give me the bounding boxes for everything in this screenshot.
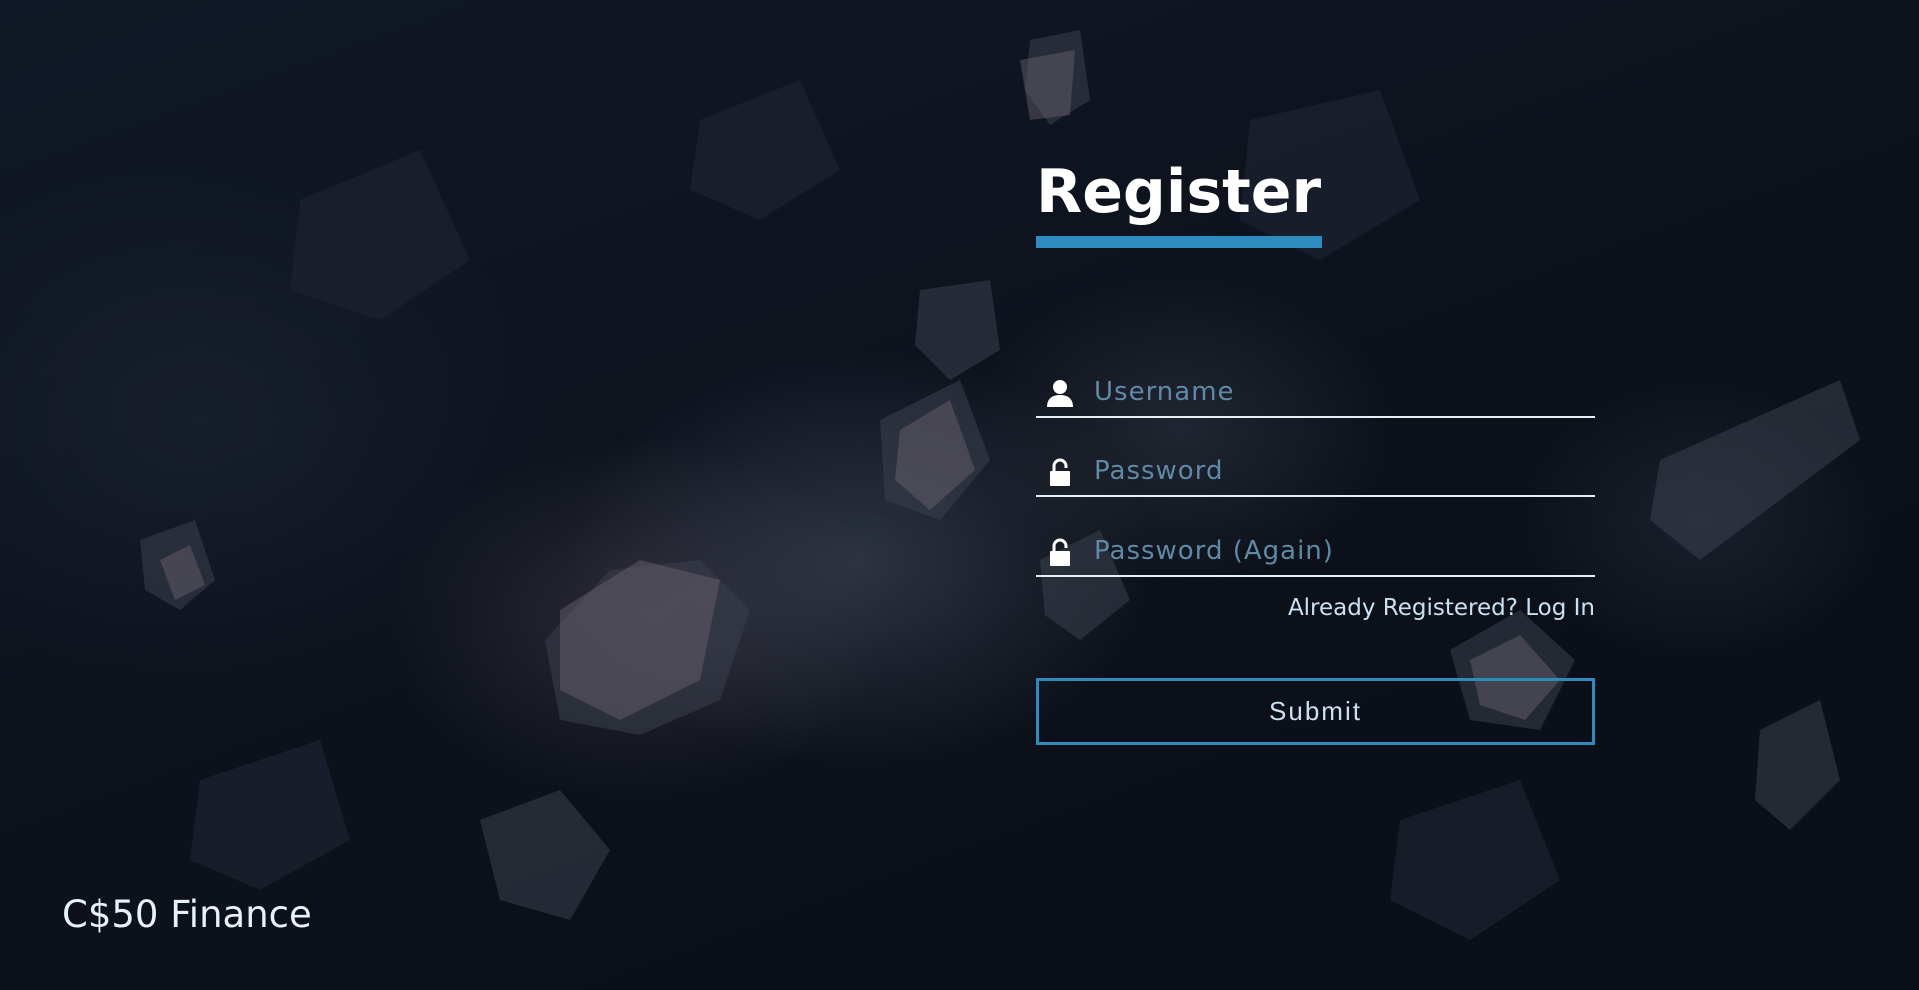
register-page: Register Already Registered? Log In Subm… [0, 0, 1919, 990]
username-field [1036, 370, 1595, 418]
password-input[interactable] [1094, 451, 1589, 491]
lock-icon [1050, 458, 1070, 486]
brand-logo-text: C$50 Finance [62, 893, 312, 936]
user-icon [1047, 380, 1073, 407]
password-again-field [1036, 529, 1595, 577]
username-input[interactable] [1094, 372, 1589, 412]
password-field [1036, 449, 1595, 497]
lock-icon [1050, 538, 1070, 566]
login-link[interactable]: Already Registered? Log In [1036, 591, 1595, 625]
background-rock-image [140, 30, 1860, 940]
title-underline [1036, 236, 1322, 248]
submit-button[interactable]: Submit [1036, 678, 1595, 745]
page-title: Register [1036, 157, 1322, 227]
password-again-input[interactable] [1094, 531, 1589, 571]
